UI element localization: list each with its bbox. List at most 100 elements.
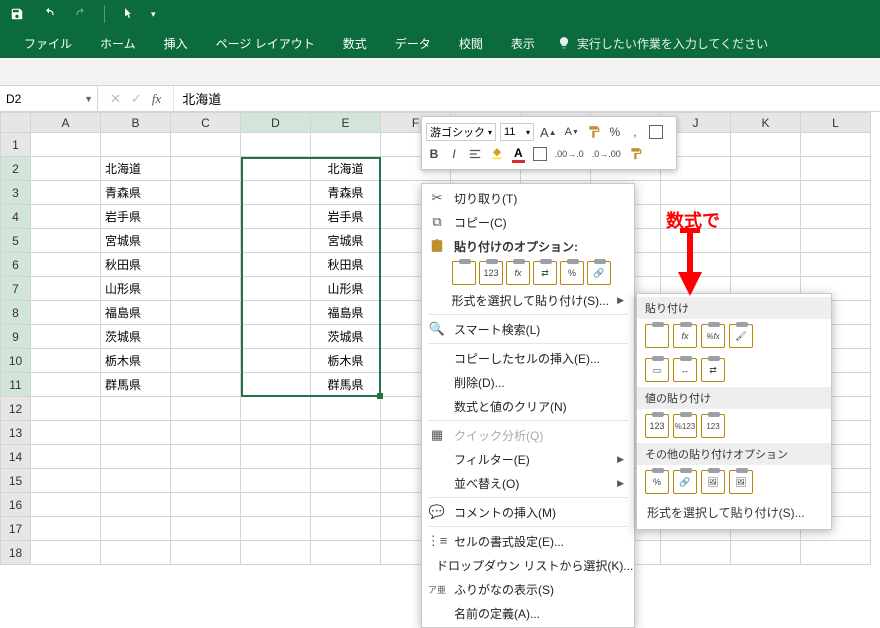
paste-values-srcfmt-icon[interactable]: 123 <box>701 414 725 438</box>
row-header[interactable]: 4 <box>1 205 31 229</box>
cell[interactable] <box>31 229 101 253</box>
paste-formulas-numfmt-icon[interactable]: %fx <box>701 324 725 348</box>
font-combo[interactable]: 游ゴシック▾ <box>426 123 496 141</box>
cell[interactable]: 福島県 <box>101 301 171 325</box>
cell[interactable] <box>241 181 311 205</box>
menu-cut[interactable]: ✂ 切り取り(T) <box>422 186 634 210</box>
fill-color-icon[interactable] <box>488 145 506 163</box>
cell[interactable] <box>241 133 311 157</box>
cell[interactable] <box>171 421 241 445</box>
cell[interactable] <box>101 541 171 565</box>
cell[interactable] <box>31 349 101 373</box>
cell[interactable] <box>171 349 241 373</box>
row-header[interactable]: 5 <box>1 229 31 253</box>
cell[interactable]: 北海道 <box>101 157 171 181</box>
tab-data[interactable]: データ <box>381 28 445 58</box>
paste-formatting-icon[interactable]: % <box>645 470 669 494</box>
cell[interactable] <box>31 373 101 397</box>
paste-link-icon[interactable]: 🔗 <box>587 261 611 285</box>
cell[interactable] <box>241 373 311 397</box>
grow-font-icon[interactable]: A▲ <box>538 123 559 141</box>
cell[interactable]: 岩手県 <box>101 205 171 229</box>
col-header[interactable]: K <box>731 113 801 133</box>
cell[interactable] <box>171 493 241 517</box>
paste-keep-src-fmt-icon[interactable]: 🖌 <box>729 324 753 348</box>
shrink-font-icon[interactable]: A▼ <box>563 123 581 141</box>
decrease-decimal-icon[interactable]: .0→.00 <box>590 145 623 163</box>
cell[interactable] <box>31 421 101 445</box>
cell[interactable] <box>171 229 241 253</box>
cell[interactable] <box>31 181 101 205</box>
menu-insert-copied[interactable]: コピーしたセルの挿入(E)... <box>422 346 634 370</box>
tab-review[interactable]: 校閲 <box>445 28 497 58</box>
cell[interactable] <box>241 157 311 181</box>
cell[interactable] <box>31 397 101 421</box>
cell[interactable]: 山形県 <box>311 277 381 301</box>
tab-page-layout[interactable]: ページ レイアウト <box>202 28 329 58</box>
col-header[interactable]: L <box>801 113 871 133</box>
cell[interactable] <box>31 253 101 277</box>
cell[interactable]: 秋田県 <box>101 253 171 277</box>
cell[interactable] <box>661 181 731 205</box>
cell[interactable] <box>101 493 171 517</box>
cell[interactable] <box>241 517 311 541</box>
row-header[interactable]: 15 <box>1 469 31 493</box>
cell[interactable] <box>31 445 101 469</box>
tab-insert[interactable]: 挿入 <box>150 28 202 58</box>
col-header[interactable]: A <box>31 113 101 133</box>
enter-icon[interactable]: ✓ <box>131 91 142 107</box>
paste-link-icon[interactable]: 🔗 <box>673 470 697 494</box>
cell[interactable]: 岩手県 <box>311 205 381 229</box>
cell[interactable] <box>241 301 311 325</box>
cell[interactable] <box>101 469 171 493</box>
row-header[interactable]: 10 <box>1 349 31 373</box>
paste-formulas-icon[interactable]: fx <box>506 261 530 285</box>
merge-center-icon[interactable] <box>647 123 665 141</box>
cell[interactable]: 山形県 <box>101 277 171 301</box>
row-header[interactable]: 8 <box>1 301 31 325</box>
cell[interactable] <box>171 541 241 565</box>
cell[interactable] <box>801 157 871 181</box>
cell[interactable] <box>31 517 101 541</box>
paste-special-dialog[interactable]: 形式を選択して貼り付け(S)... <box>637 499 831 526</box>
cell[interactable] <box>241 541 311 565</box>
menu-format-cells[interactable]: ⋮≡ セルの書式設定(E)... <box>422 529 634 553</box>
cell[interactable] <box>171 445 241 469</box>
cell[interactable] <box>241 325 311 349</box>
formula-input[interactable]: 北海道 <box>173 86 880 111</box>
menu-show-phonetic[interactable]: ア亜 ふりがなの表示(S) <box>422 577 634 601</box>
cell[interactable] <box>241 277 311 301</box>
cell[interactable] <box>101 517 171 541</box>
col-header[interactable]: B <box>101 113 171 133</box>
align-icon[interactable] <box>466 145 484 163</box>
cell[interactable] <box>731 541 801 565</box>
cell[interactable] <box>311 493 381 517</box>
cell[interactable]: 群馬県 <box>311 373 381 397</box>
cell[interactable] <box>731 133 801 157</box>
cell[interactable] <box>31 301 101 325</box>
menu-pick-from-list[interactable]: ドロップダウン リストから選択(K)... <box>422 553 634 577</box>
borders-icon[interactable] <box>531 145 549 163</box>
cancel-icon[interactable]: ✕ <box>110 91 121 107</box>
cell[interactable] <box>101 397 171 421</box>
row-header[interactable]: 16 <box>1 493 31 517</box>
paste-no-border-icon[interactable]: ▭ <box>645 358 669 382</box>
menu-copy[interactable]: ⧉ コピー(C) <box>422 210 634 234</box>
cell[interactable] <box>731 253 801 277</box>
paste-all-icon[interactable] <box>452 261 476 285</box>
cell[interactable]: 青森県 <box>311 181 381 205</box>
cell[interactable] <box>731 229 801 253</box>
tab-formulas[interactable]: 数式 <box>329 28 381 58</box>
row-header[interactable]: 2 <box>1 157 31 181</box>
cell[interactable] <box>101 421 171 445</box>
cell[interactable] <box>171 253 241 277</box>
paste-formulas-icon[interactable]: fx <box>673 324 697 348</box>
menu-define-name[interactable]: 名前の定義(A)... <box>422 601 634 625</box>
cell[interactable] <box>241 253 311 277</box>
paste-transpose-icon[interactable]: ⇄ <box>533 261 557 285</box>
menu-smart-lookup[interactable]: 🔍 スマート検索(L) <box>422 317 634 341</box>
paste-values-numfmt-icon[interactable]: %123 <box>673 414 697 438</box>
cell[interactable] <box>31 205 101 229</box>
font-size-combo[interactable]: 11▾ <box>500 123 534 141</box>
redo-icon[interactable] <box>72 5 90 23</box>
